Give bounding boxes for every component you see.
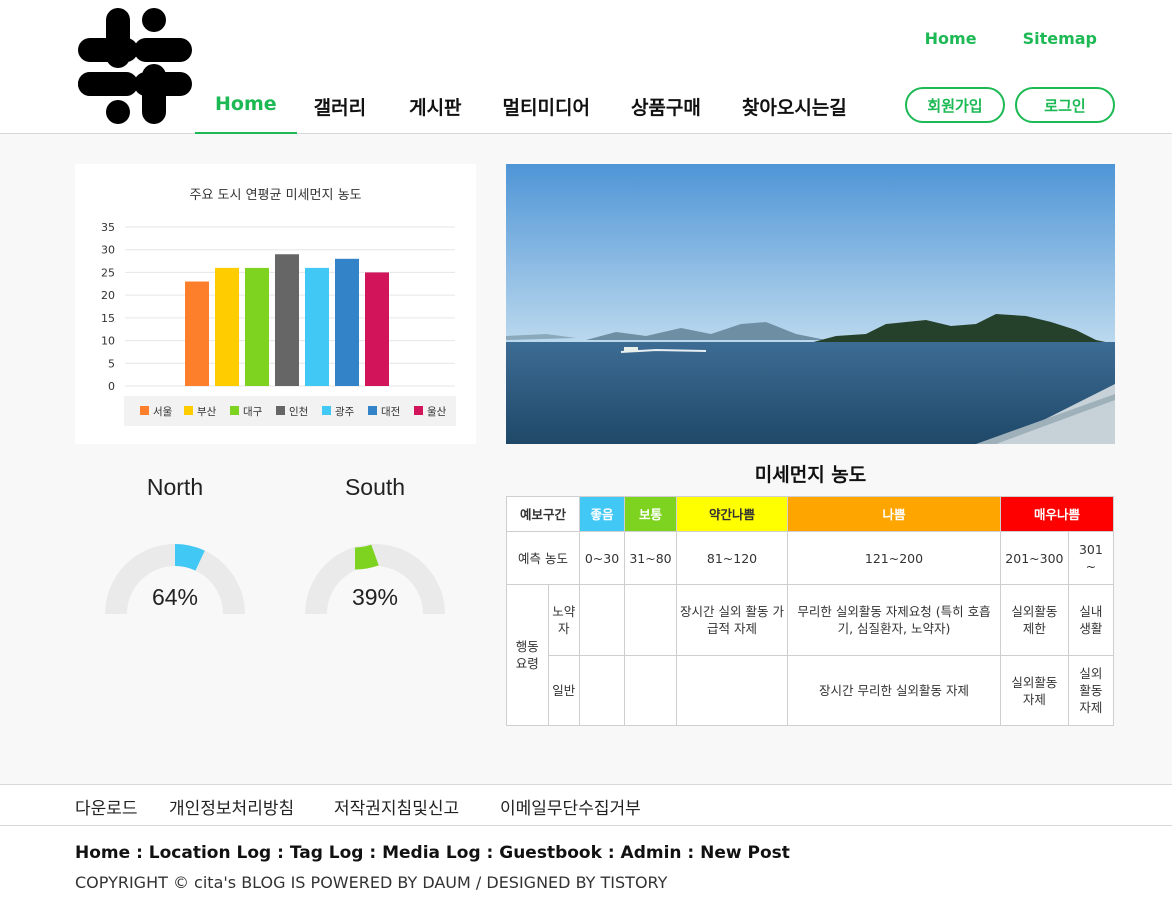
y-tick-label: 5	[108, 357, 115, 370]
y-tick-label: 30	[101, 244, 115, 257]
bar-서울	[185, 281, 209, 386]
slack-style-logo-icon[interactable]	[78, 8, 194, 124]
y-tick-label: 10	[101, 335, 115, 348]
table-cell: 장시간 실외 활동 가급적 자제	[676, 584, 788, 656]
table-cell	[676, 655, 788, 726]
level-normal: 보통	[624, 496, 677, 532]
y-tick-label: 0	[108, 380, 115, 393]
action-label: 행동 요령	[506, 584, 549, 726]
top-link-home[interactable]: Home	[925, 29, 977, 48]
general-label: 일반	[547, 655, 581, 726]
table-cell: 201~300	[1000, 531, 1069, 585]
table-cell	[624, 655, 677, 726]
bar-부산	[215, 267, 239, 386]
legend-swatch	[184, 406, 193, 415]
nav-item-multimedia[interactable]: 멀티미디어	[483, 78, 610, 135]
footer-link-privacy[interactable]: 개인정보처리방침	[169, 794, 294, 819]
table-row-header: 예보구간 좋음 보통 약간나쁨 나쁨 매우나쁨	[506, 496, 1114, 532]
legend-swatch	[230, 406, 239, 415]
bar-대전	[335, 258, 359, 386]
legend-label: 서울	[153, 406, 173, 418]
site-header: Home Sitemap Home 갤러리 게시판 멀티미디어 상품구매 찾아오…	[0, 0, 1172, 135]
legend-label: 부산	[197, 406, 217, 418]
footer-link-copyright-policy[interactable]: 저작권지침및신고	[334, 794, 459, 819]
table-row-elder: 행동 요령 노약자 장시간 실외 활동 가급적 자제 무리한 실외활동 자제요청…	[506, 584, 1115, 726]
table-cell: 장시간 무리한 실외활동 자제	[787, 655, 1001, 726]
table-cell: 실외 활동 자제	[1067, 655, 1115, 726]
footer-link-download[interactable]: 다운로드	[75, 794, 138, 819]
bar-대구	[245, 267, 269, 386]
nav-item-location[interactable]: 찾아오시는길	[722, 78, 867, 135]
copyright-text: COPYRIGHT © cita's BLOG IS POWERED BY DA…	[75, 873, 668, 892]
table-cell	[624, 584, 677, 656]
gauge-south: South 39%	[295, 474, 455, 634]
footer-links: 다운로드 개인정보처리방침 저작권지침및신고 이메일무단수집거부	[0, 784, 1172, 826]
y-tick-label: 20	[101, 289, 115, 302]
top-links: Home Sitemap	[925, 29, 1097, 48]
table-cell: 실외활동 자제	[1000, 655, 1069, 726]
legend-label: 광주	[335, 406, 355, 418]
table-cell: 31~80	[624, 531, 677, 585]
legend-label: 인천	[289, 406, 308, 418]
gauge-south-title: South	[344, 474, 406, 500]
level-slightly-bad: 약간나쁨	[676, 496, 788, 532]
legend-swatch	[414, 406, 423, 415]
main-content: 주요 도시 연평균 미세먼지 농도 0 5 10 15 20 25 30 35 서울 부산 대구 인천…	[0, 134, 1172, 784]
nav-item-home[interactable]: Home	[195, 78, 297, 135]
gauge-north-title: North	[146, 474, 204, 500]
gauge-north-value: 64%	[151, 584, 199, 610]
legend-swatch	[368, 406, 377, 415]
y-tick-label: 15	[101, 312, 115, 325]
gauge-north: North 64%	[95, 474, 255, 634]
join-button[interactable]: 회원가입	[905, 87, 1005, 123]
bar-인천	[275, 254, 299, 386]
table-cell: 121~200	[787, 531, 1001, 585]
level-good: 좋음	[579, 496, 625, 532]
table-cell	[579, 584, 625, 656]
table-row-predict: 예측 농도 0~30 31~80 81~120 121~200 201~300 …	[506, 531, 1115, 585]
seascape-photo	[506, 164, 1115, 444]
dust-table: 예보구간 좋음 보통 약간나쁨 나쁨 매우나쁨 예측 농도 0~30 31~80…	[506, 496, 1115, 726]
gauge-south-value: 39%	[351, 584, 399, 610]
bar-chart: 주요 도시 연평균 미세먼지 농도 0 5 10 15 20 25 30 35 서울 부산 대구 인천…	[75, 164, 476, 444]
footer-link-email-refusal[interactable]: 이메일무단수집거부	[500, 794, 641, 819]
dust-table-title: 미세먼지 농도	[754, 464, 867, 486]
elder-label: 노약자	[547, 584, 581, 656]
login-button[interactable]: 로그인	[1015, 87, 1115, 123]
table-cell: 81~120	[676, 531, 788, 585]
bar-광주	[305, 267, 329, 386]
level-bad: 나쁨	[787, 496, 1001, 532]
legend-swatch	[140, 406, 149, 415]
predict-label: 예측 농도	[506, 531, 580, 585]
legend-label: 울산	[427, 406, 447, 418]
table-cell: 무리한 실외활동 자제요청 (특히 호흡기, 심질환자, 노약자)	[787, 584, 1001, 656]
y-tick-label: 35	[101, 221, 115, 234]
table-cell: 실내 생활	[1067, 584, 1115, 656]
table-row-general: 일반 장시간 무리한 실외활동 자제 실외활동 자제 실외 활동 자제	[507, 655, 1115, 726]
legend-label: 대전	[381, 406, 400, 418]
nav-item-gallery[interactable]: 갤러리	[298, 78, 388, 135]
legend-swatch	[322, 406, 331, 415]
table-cell: 301 ~	[1067, 531, 1115, 585]
level-very-bad: 매우나쁨	[1000, 496, 1114, 532]
nav-item-board[interactable]: 게시판	[389, 78, 481, 135]
table-cell: 0~30	[579, 531, 625, 585]
main-nav: Home 갤러리 게시판 멀티미디어 상품구매 찾아오시는길	[195, 78, 868, 135]
nav-item-shop[interactable]: 상품구매	[611, 78, 721, 135]
table-cell: 실외활동 제한	[1000, 584, 1069, 656]
legend-swatch	[276, 406, 285, 415]
bar-chart-svg: 0 5 10 15 20 25 30 35 서울 부산 대구 인천 광주 대전 울산	[101, 221, 456, 426]
y-tick-label: 25	[101, 266, 115, 279]
table-cell	[579, 655, 625, 726]
bar-울산	[365, 272, 389, 386]
header-forecast-label: 예보구간	[506, 496, 580, 532]
legend-label: 대구	[243, 406, 263, 418]
top-link-sitemap[interactable]: Sitemap	[1023, 29, 1097, 48]
footer-nav[interactable]: Home : Location Log : Tag Log : Media Lo…	[75, 843, 790, 863]
